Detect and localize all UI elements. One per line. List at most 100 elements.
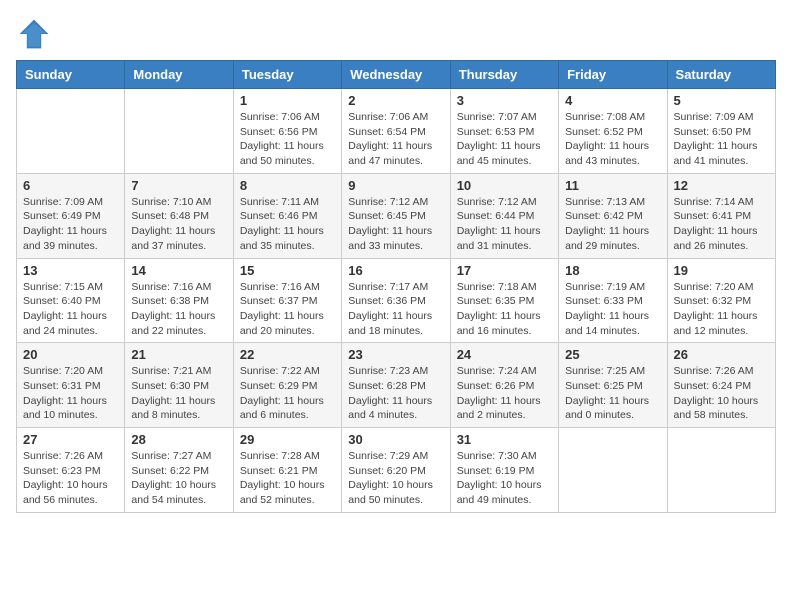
calendar-header-row: SundayMondayTuesdayWednesdayThursdayFrid… <box>17 61 776 89</box>
calendar-day-cell: 16 Sunrise: 7:17 AM Sunset: 6:36 PM Dayli… <box>342 258 450 343</box>
page-header <box>16 16 776 52</box>
calendar-day-header: Wednesday <box>342 61 450 89</box>
day-number: 6 <box>23 178 118 193</box>
day-number: 23 <box>348 347 443 362</box>
calendar-day-cell <box>667 428 775 513</box>
calendar-day-cell: 8 Sunrise: 7:11 AM Sunset: 6:46 PM Daylig… <box>233 173 341 258</box>
day-number: 2 <box>348 93 443 108</box>
calendar-day-cell: 10 Sunrise: 7:12 AM Sunset: 6:44 PM Dayli… <box>450 173 558 258</box>
day-info: Sunrise: 7:15 AM Sunset: 6:40 PM Dayligh… <box>23 280 118 339</box>
day-info: Sunrise: 7:16 AM Sunset: 6:38 PM Dayligh… <box>131 280 226 339</box>
calendar-week-row: 1Sunrise: 7:06 AM Sunset: 6:56 PM Daylig… <box>17 89 776 174</box>
calendar-day-cell: 25Sunrise: 7:25 AM Sunset: 6:25 PM Dayli… <box>559 343 667 428</box>
day-number: 21 <box>131 347 226 362</box>
calendar-day-cell: 19 Sunrise: 7:20 AM Sunset: 6:32 PM Dayli… <box>667 258 775 343</box>
day-number: 31 <box>457 432 552 447</box>
day-number: 26 <box>674 347 769 362</box>
day-number: 15 <box>240 263 335 278</box>
calendar-day-cell: 9 Sunrise: 7:12 AM Sunset: 6:45 PM Daylig… <box>342 173 450 258</box>
calendar-day-cell: 12 Sunrise: 7:14 AM Sunset: 6:41 PM Dayli… <box>667 173 775 258</box>
calendar-week-row: 20 Sunrise: 7:20 AM Sunset: 6:31 PM Dayli… <box>17 343 776 428</box>
logo <box>16 16 56 52</box>
day-info: Sunrise: 7:30 AM Sunset: 6:19 PM Dayligh… <box>457 449 552 508</box>
day-info: Sunrise: 7:21 AM Sunset: 6:30 PM Dayligh… <box>131 364 226 423</box>
day-number: 10 <box>457 178 552 193</box>
day-number: 1 <box>240 93 335 108</box>
calendar-day-header: Sunday <box>17 61 125 89</box>
calendar-day-header: Friday <box>559 61 667 89</box>
calendar-day-cell: 1Sunrise: 7:06 AM Sunset: 6:56 PM Daylig… <box>233 89 341 174</box>
day-info: Sunrise: 7:12 AM Sunset: 6:45 PM Dayligh… <box>348 195 443 254</box>
day-info: Sunrise: 7:17 AM Sunset: 6:36 PM Dayligh… <box>348 280 443 339</box>
calendar-day-cell: 11 Sunrise: 7:13 AM Sunset: 6:42 PM Dayli… <box>559 173 667 258</box>
day-number: 28 <box>131 432 226 447</box>
day-number: 11 <box>565 178 660 193</box>
calendar-week-row: 13 Sunrise: 7:15 AM Sunset: 6:40 PM Dayli… <box>17 258 776 343</box>
day-number: 30 <box>348 432 443 447</box>
calendar-day-header: Tuesday <box>233 61 341 89</box>
day-number: 4 <box>565 93 660 108</box>
calendar-day-cell: 28 Sunrise: 7:27 AM Sunset: 6:22 PM Dayli… <box>125 428 233 513</box>
calendar-day-cell: 17Sunrise: 7:18 AM Sunset: 6:35 PM Dayli… <box>450 258 558 343</box>
day-info: Sunrise: 7:12 AM Sunset: 6:44 PM Dayligh… <box>457 195 552 254</box>
day-number: 18 <box>565 263 660 278</box>
calendar-day-cell: 4 Sunrise: 7:08 AM Sunset: 6:52 PM Daylig… <box>559 89 667 174</box>
day-number: 16 <box>348 263 443 278</box>
day-number: 24 <box>457 347 552 362</box>
calendar-day-cell: 2 Sunrise: 7:06 AM Sunset: 6:54 PM Daylig… <box>342 89 450 174</box>
calendar-day-cell: 20 Sunrise: 7:20 AM Sunset: 6:31 PM Dayli… <box>17 343 125 428</box>
day-number: 9 <box>348 178 443 193</box>
calendar-day-cell: 14Sunrise: 7:16 AM Sunset: 6:38 PM Dayli… <box>125 258 233 343</box>
calendar-day-cell: 22 Sunrise: 7:22 AM Sunset: 6:29 PM Dayli… <box>233 343 341 428</box>
calendar-week-row: 6Sunrise: 7:09 AM Sunset: 6:49 PM Daylig… <box>17 173 776 258</box>
day-number: 12 <box>674 178 769 193</box>
day-info: Sunrise: 7:16 AM Sunset: 6:37 PM Dayligh… <box>240 280 335 339</box>
day-info: Sunrise: 7:07 AM Sunset: 6:53 PM Dayligh… <box>457 110 552 169</box>
day-number: 25 <box>565 347 660 362</box>
day-info: Sunrise: 7:19 AM Sunset: 6:33 PM Dayligh… <box>565 280 660 339</box>
day-info: Sunrise: 7:22 AM Sunset: 6:29 PM Dayligh… <box>240 364 335 423</box>
day-info: Sunrise: 7:13 AM Sunset: 6:42 PM Dayligh… <box>565 195 660 254</box>
logo-icon <box>16 16 52 52</box>
day-number: 20 <box>23 347 118 362</box>
calendar-day-cell: 5 Sunrise: 7:09 AM Sunset: 6:50 PM Daylig… <box>667 89 775 174</box>
calendar-day-header: Saturday <box>667 61 775 89</box>
day-number: 17 <box>457 263 552 278</box>
calendar-day-cell: 6Sunrise: 7:09 AM Sunset: 6:49 PM Daylig… <box>17 173 125 258</box>
day-info: Sunrise: 7:08 AM Sunset: 6:52 PM Dayligh… <box>565 110 660 169</box>
calendar-day-cell: 3 Sunrise: 7:07 AM Sunset: 6:53 PM Daylig… <box>450 89 558 174</box>
day-info: Sunrise: 7:28 AM Sunset: 6:21 PM Dayligh… <box>240 449 335 508</box>
day-info: Sunrise: 7:20 AM Sunset: 6:31 PM Dayligh… <box>23 364 118 423</box>
calendar-day-cell: 7 Sunrise: 7:10 AM Sunset: 6:48 PM Daylig… <box>125 173 233 258</box>
day-number: 22 <box>240 347 335 362</box>
day-info: Sunrise: 7:23 AM Sunset: 6:28 PM Dayligh… <box>348 364 443 423</box>
day-info: Sunrise: 7:06 AM Sunset: 6:54 PM Dayligh… <box>348 110 443 169</box>
day-info: Sunrise: 7:20 AM Sunset: 6:32 PM Dayligh… <box>674 280 769 339</box>
day-info: Sunrise: 7:09 AM Sunset: 6:50 PM Dayligh… <box>674 110 769 169</box>
calendar-day-cell: 30 Sunrise: 7:29 AM Sunset: 6:20 PM Dayli… <box>342 428 450 513</box>
day-number: 3 <box>457 93 552 108</box>
day-info: Sunrise: 7:14 AM Sunset: 6:41 PM Dayligh… <box>674 195 769 254</box>
day-number: 19 <box>674 263 769 278</box>
day-info: Sunrise: 7:29 AM Sunset: 6:20 PM Dayligh… <box>348 449 443 508</box>
calendar-day-cell: 27Sunrise: 7:26 AM Sunset: 6:23 PM Dayli… <box>17 428 125 513</box>
day-number: 29 <box>240 432 335 447</box>
day-info: Sunrise: 7:27 AM Sunset: 6:22 PM Dayligh… <box>131 449 226 508</box>
day-number: 8 <box>240 178 335 193</box>
day-number: 5 <box>674 93 769 108</box>
calendar-day-cell <box>17 89 125 174</box>
calendar-day-cell: 21 Sunrise: 7:21 AM Sunset: 6:30 PM Dayli… <box>125 343 233 428</box>
calendar-day-cell: 31 Sunrise: 7:30 AM Sunset: 6:19 PM Dayli… <box>450 428 558 513</box>
day-number: 7 <box>131 178 226 193</box>
calendar-day-cell: 26 Sunrise: 7:26 AM Sunset: 6:24 PM Dayli… <box>667 343 775 428</box>
day-number: 13 <box>23 263 118 278</box>
calendar-day-cell: 15 Sunrise: 7:16 AM Sunset: 6:37 PM Dayli… <box>233 258 341 343</box>
day-info: Sunrise: 7:26 AM Sunset: 6:24 PM Dayligh… <box>674 364 769 423</box>
calendar-day-cell <box>125 89 233 174</box>
day-info: Sunrise: 7:11 AM Sunset: 6:46 PM Dayligh… <box>240 195 335 254</box>
calendar-day-cell: 23 Sunrise: 7:23 AM Sunset: 6:28 PM Dayli… <box>342 343 450 428</box>
calendar-day-header: Monday <box>125 61 233 89</box>
day-info: Sunrise: 7:10 AM Sunset: 6:48 PM Dayligh… <box>131 195 226 254</box>
calendar-day-cell: 18 Sunrise: 7:19 AM Sunset: 6:33 PM Dayli… <box>559 258 667 343</box>
day-info: Sunrise: 7:26 AM Sunset: 6:23 PM Dayligh… <box>23 449 118 508</box>
